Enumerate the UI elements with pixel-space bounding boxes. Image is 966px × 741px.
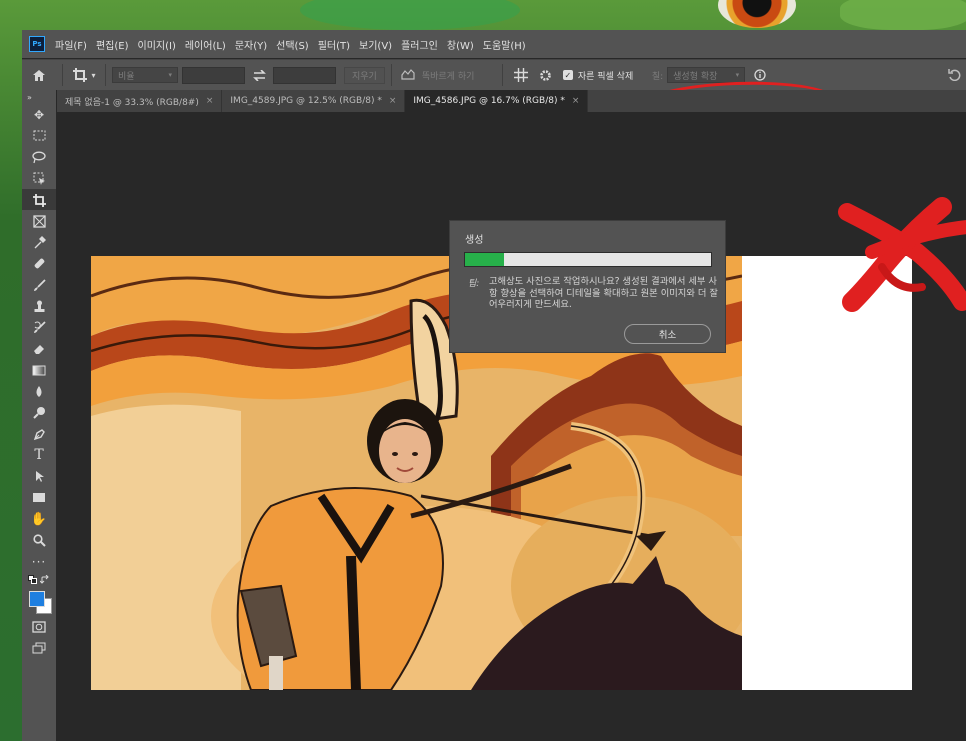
stamp-tool-icon[interactable] <box>22 296 56 317</box>
height-input[interactable] <box>273 66 336 84</box>
path-select-icon[interactable] <box>22 466 56 487</box>
menu-layer[interactable]: 레이어(L) <box>185 37 226 52</box>
rectangle-tool-icon[interactable] <box>22 487 56 508</box>
swap-icon[interactable] <box>245 69 273 81</box>
gradient-tool-icon[interactable] <box>22 360 56 381</box>
divider <box>390 64 392 86</box>
chevron-down-icon: ▾ <box>168 71 172 79</box>
divider <box>501 64 503 86</box>
divider <box>105 64 106 86</box>
settings-gear-icon[interactable] <box>533 69 559 82</box>
menu-select[interactable]: 선택(S) <box>276 37 309 52</box>
progress-fill <box>465 253 505 266</box>
delete-cropped-checkbox[interactable]: ✓ <box>562 70 573 80</box>
eraser-tool-icon[interactable] <box>22 338 56 359</box>
reset-icon[interactable] <box>946 69 962 81</box>
type-tool-icon[interactable]: T <box>22 445 56 466</box>
brush-tool-icon[interactable] <box>22 274 56 295</box>
close-icon[interactable]: × <box>206 96 214 106</box>
width-input[interactable] <box>182 66 245 84</box>
fill-label: 칠: <box>651 71 664 82</box>
quick-mask-icon[interactable] <box>22 617 56 638</box>
straighten-icon[interactable] <box>398 69 418 81</box>
fill-select-value: 생성형 확장 <box>673 71 718 82</box>
document-tab-active[interactable]: IMG_4586.JPG @ 16.7% (RGB/8) * × <box>405 90 589 112</box>
menu-plugins[interactable]: 플러그인 <box>401 37 438 52</box>
fill-select[interactable]: 생성형 확장 ▾ <box>667 67 746 83</box>
menu-type[interactable]: 문자(Y) <box>235 37 267 52</box>
chevron-down-icon: ▾ <box>735 71 740 79</box>
hand-tool-icon[interactable]: ✋ <box>22 509 56 530</box>
dodge-tool-icon[interactable] <box>22 402 56 423</box>
more-tools-icon[interactable]: ··· <box>22 551 56 572</box>
clear-button[interactable]: 지우기 <box>344 66 385 84</box>
options-bar: ▾ 비율 ▾ 지우기 똑바르게 하기 ✓ 자른 픽셀 삭제 칠: 생성형 확장 … <box>22 59 966 130</box>
zoom-tool-icon[interactable] <box>22 530 56 551</box>
info-icon[interactable] <box>747 69 773 81</box>
tip-label: 팁: <box>468 279 480 289</box>
menu-help[interactable]: 도움말(H) <box>483 37 526 52</box>
tab-label: IMG_4589.JPG @ 12.5% (RGB/8) * <box>230 96 382 106</box>
menu-bar: Ps 파일(F) 편집(E) 이미지(I) 레이어(L) 문자(Y) 선택(S)… <box>22 30 966 58</box>
default-colors-icon[interactable] <box>28 575 37 585</box>
foreground-color-swatch[interactable] <box>29 590 45 607</box>
home-icon[interactable] <box>22 69 56 82</box>
chevron-down-icon: ▾ <box>91 70 96 80</box>
wallpaper-leaf <box>300 0 520 30</box>
generation-progress-bar <box>464 252 712 267</box>
menu-file[interactable]: 파일(F) <box>55 37 87 52</box>
history-brush-icon[interactable] <box>22 317 56 338</box>
pen-tool-icon[interactable] <box>22 423 56 444</box>
color-swatches <box>22 587 56 617</box>
straighten-label[interactable]: 똑바르게 하기 <box>422 69 496 82</box>
object-select-tool-icon[interactable] <box>22 168 56 189</box>
tip-text: 고해상도 사진으로 작업하시나요? 생성된 결과에서 세부 사항 향상을 선택하… <box>489 276 718 310</box>
menu-filter[interactable]: 필터(T) <box>318 37 350 52</box>
tab-label: IMG_4586.JPG @ 16.7% (RGB/8) * <box>413 96 565 106</box>
healing-brush-icon[interactable] <box>22 253 56 274</box>
photoshop-window: Ps 파일(F) 편집(E) 이미지(I) 레이어(L) 문자(Y) 선택(S)… <box>22 30 966 741</box>
move-tool-icon[interactable]: ✥ <box>22 104 56 125</box>
menu-window[interactable]: 창(W) <box>447 37 474 52</box>
divider <box>62 64 63 86</box>
close-icon[interactable]: × <box>389 96 397 106</box>
swap-colors-row <box>22 573 56 587</box>
document-tab[interactable]: 제목 없음-1 @ 33.3% (RGB/8#) × <box>57 90 223 112</box>
screen-mode-icon[interactable] <box>22 638 56 659</box>
tool-panel: » ✥ T ✋ ··· <box>22 90 56 741</box>
ratio-select-label: 비율 <box>118 71 135 82</box>
menu-view[interactable]: 보기(V) <box>359 37 392 52</box>
crop-tool-icon[interactable]: ▾ <box>69 67 99 83</box>
canvas-area[interactable]: 생성 팁: 고해상도 사진으로 작업하시나요? 생성된 결과에서 세부 사항 향… <box>57 112 966 741</box>
swap-colors-icon[interactable] <box>40 574 50 585</box>
collapse-panel-icon[interactable]: » <box>22 90 56 104</box>
tab-label: 제목 없음-1 @ 33.3% (RGB/8#) <box>65 97 199 108</box>
dialog-title: 생성 <box>465 235 484 246</box>
wallpaper-parrot-eye <box>718 0 796 28</box>
generate-progress-dialog: 생성 팁: 고해상도 사진으로 작업하시나요? 생성된 결과에서 세부 사항 향… <box>449 220 726 353</box>
menu-edit[interactable]: 편집(E) <box>96 37 129 52</box>
ratio-select[interactable]: 비율 ▾ <box>112 67 178 83</box>
frame-tool-icon[interactable] <box>22 210 56 231</box>
red-x-annotation <box>838 197 966 312</box>
delete-cropped-label: 자른 픽셀 삭제 <box>577 71 634 82</box>
close-icon[interactable]: × <box>572 96 580 106</box>
document-tab[interactable]: IMG_4589.JPG @ 12.5% (RGB/8) * × <box>222 90 406 112</box>
document-tabs: 제목 없음-1 @ 33.3% (RGB/8#) × IMG_4589.JPG … <box>57 90 966 112</box>
cancel-button[interactable]: 취소 <box>624 324 711 344</box>
marquee-tool-icon[interactable] <box>22 125 56 146</box>
grid-overlay-icon[interactable] <box>509 68 533 82</box>
wallpaper-leaf <box>840 0 966 30</box>
lasso-tool-icon[interactable] <box>22 147 56 168</box>
menu-image[interactable]: 이미지(I) <box>138 37 176 52</box>
ps-logo[interactable]: Ps <box>29 36 45 52</box>
eyedropper-tool-icon[interactable] <box>22 232 56 253</box>
crop-tool-icon[interactable] <box>22 189 56 211</box>
blur-tool-icon[interactable] <box>22 381 56 402</box>
